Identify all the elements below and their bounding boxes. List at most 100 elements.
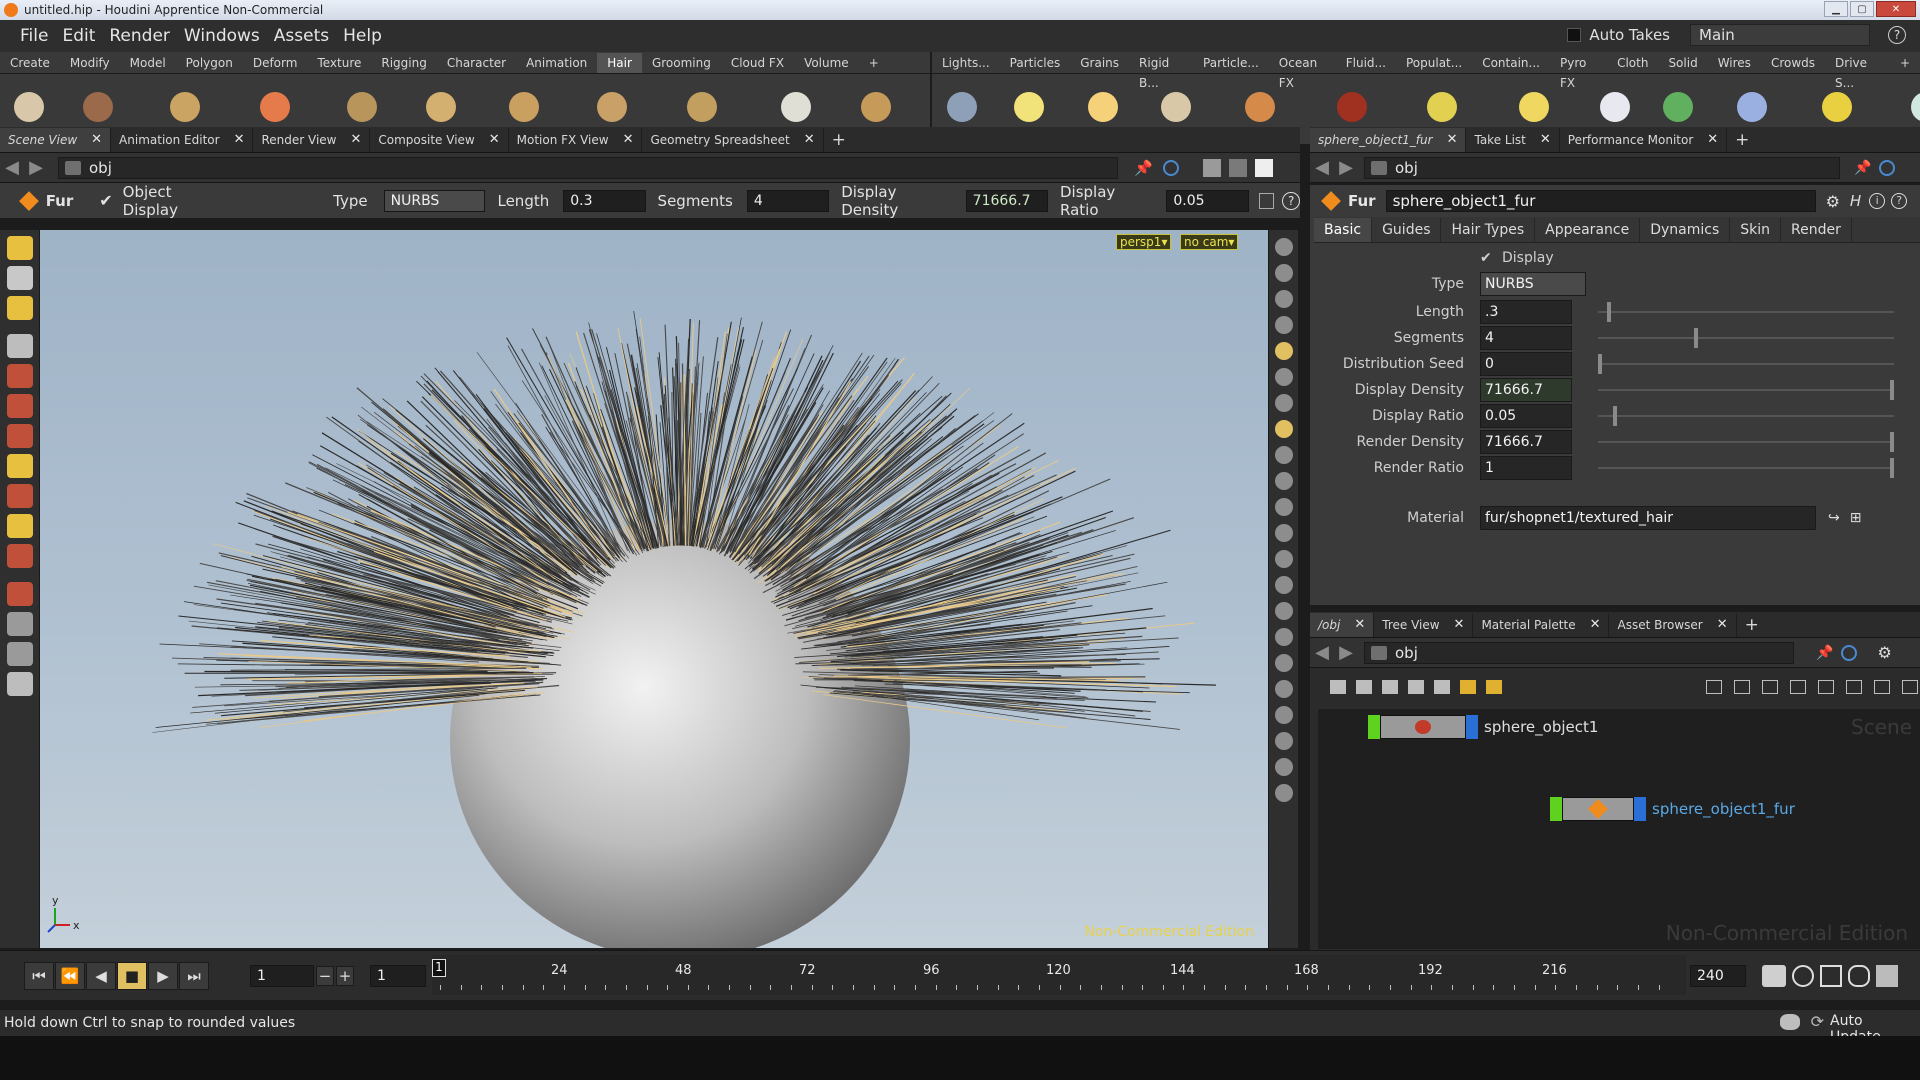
slider-handle[interactable]: [1890, 458, 1894, 478]
display-density-field[interactable]: 71666.7: [965, 189, 1048, 212]
shelf-tab-character[interactable]: Character: [437, 53, 516, 73]
visibility-icon[interactable]: [1275, 238, 1293, 256]
display-options-icon[interactable]: [1202, 158, 1221, 177]
jump-start-button[interactable]: ⏮: [24, 962, 54, 990]
folder-tab-render[interactable]: Render: [1781, 217, 1852, 242]
slider-handle[interactable]: [1890, 432, 1894, 452]
split-icon[interactable]: [1762, 680, 1778, 694]
list-icon[interactable]: [1356, 680, 1372, 694]
close-tab-icon[interactable]: ✕: [1707, 132, 1718, 147]
node-name-field[interactable]: sphere_object1_fur: [1385, 190, 1816, 212]
shelf-tab-modify[interactable]: Modify: [60, 53, 120, 73]
cut-tool-icon[interactable]: [7, 544, 33, 568]
parm-path-field[interactable]: obj: [1364, 156, 1840, 179]
camera-tool-icon[interactable]: [7, 642, 33, 666]
hscript-icon[interactable]: H: [1850, 192, 1861, 210]
menu-render[interactable]: Render: [102, 26, 177, 46]
render-tool-icon[interactable]: [7, 672, 33, 696]
help-icon[interactable]: ?: [1888, 26, 1906, 44]
shelf-tab-plus[interactable]: +: [1890, 53, 1920, 73]
audio-icon[interactable]: [1848, 965, 1870, 987]
view-tool-icon[interactable]: [7, 454, 33, 478]
global-animation-options-icon[interactable]: [1876, 965, 1898, 987]
slider-handle[interactable]: [1607, 302, 1611, 322]
camera-icon[interactable]: [1275, 394, 1293, 412]
slider-handle[interactable]: [1890, 380, 1894, 400]
lights-icon[interactable]: [1275, 368, 1293, 386]
close-tab-icon[interactable]: ✕: [234, 132, 245, 147]
add-tab-button[interactable]: +: [1737, 613, 1767, 637]
step-back-button[interactable]: ⏪: [55, 962, 85, 990]
length-field[interactable]: 0.3: [563, 189, 646, 212]
frame-decrement-button[interactable]: −: [316, 966, 334, 986]
stop-button[interactable]: ■: [117, 962, 147, 990]
display-flag[interactable]: [1550, 797, 1562, 821]
material-path-field[interactable]: fur/shopnet1/textured_hair: [1480, 506, 1816, 530]
close-tab-icon[interactable]: ✕: [489, 132, 500, 147]
grid-icon[interactable]: [1275, 602, 1293, 620]
parm-forward-arrow-icon[interactable]: ▶: [1334, 157, 1358, 178]
texture-icon[interactable]: [1275, 420, 1293, 438]
tab-sphere-object1-fur[interactable]: sphere_object1_fur ✕: [1310, 127, 1467, 152]
shelf-tab-deform[interactable]: Deform: [243, 53, 308, 73]
color-palette-icon[interactable]: [1408, 680, 1424, 694]
node-body[interactable]: [1380, 715, 1466, 739]
timeline-slider[interactable]: 1 24 48 72 96 120 144 168 192 216: [432, 955, 1686, 995]
handle-tool-icon[interactable]: [7, 296, 33, 320]
close-tab-icon[interactable]: ✕: [804, 132, 815, 147]
lock-icon[interactable]: [1275, 264, 1293, 282]
close-tab-icon[interactable]: ✕: [1354, 617, 1365, 632]
parm-link-icon[interactable]: [1879, 159, 1896, 176]
snap-icon[interactable]: [1275, 472, 1293, 490]
net-forward-arrow-icon[interactable]: ▶: [1334, 642, 1358, 663]
lighting-icon[interactable]: [1275, 342, 1293, 360]
op-help-icon[interactable]: ?: [1282, 191, 1301, 210]
tab-take-list[interactable]: Take List ✕: [1466, 127, 1560, 152]
shelf-tab-cloud-fx[interactable]: Cloud FX: [721, 53, 794, 73]
type-select[interactable]: NURBS: [383, 189, 486, 212]
tab-material-palette[interactable]: Material Palette ✕: [1473, 612, 1610, 637]
node-sphere-object1-fur[interactable]: sphere_object1_fur: [1550, 797, 1795, 821]
tab-geometry-spreadsheet[interactable]: Geometry Spreadsheet ✕: [642, 127, 824, 152]
menu-windows[interactable]: Windows: [177, 26, 267, 46]
maximize-button[interactable]: ▢: [1850, 1, 1874, 17]
parm-pin-icon[interactable]: 📌: [1854, 160, 1871, 176]
folder-tab-skin[interactable]: Skin: [1730, 217, 1782, 242]
segments-field[interactable]: 4: [1480, 326, 1572, 350]
tab-motion-fx-view[interactable]: Motion FX View ✕: [509, 127, 643, 152]
play-reverse-button[interactable]: ◀: [86, 962, 116, 990]
shelf-tab-polygon[interactable]: Polygon: [176, 53, 243, 73]
render-flag[interactable]: [1466, 715, 1478, 739]
fit-icon[interactable]: [1902, 680, 1918, 694]
no-cam-menu[interactable]: no cam▾: [1180, 234, 1239, 250]
brush-tool-icon[interactable]: [7, 484, 33, 508]
close-tab-icon[interactable]: ✕: [350, 132, 361, 147]
shelf-tab-cloth[interactable]: Cloth: [1607, 53, 1658, 73]
jump-to-op-icon[interactable]: ↪: [1828, 510, 1840, 526]
distribution-seed-field[interactable]: 0: [1480, 352, 1572, 376]
back-arrow-icon[interactable]: ◀: [0, 157, 24, 178]
render-density-slider[interactable]: [1598, 432, 1894, 452]
menu-file[interactable]: File: [0, 26, 55, 46]
net-pin-icon[interactable]: 📌: [1816, 645, 1833, 661]
parm-help-icon[interactable]: ?: [1891, 193, 1908, 209]
cam-guide-icon[interactable]: [1275, 654, 1293, 672]
length-field[interactable]: .3: [1480, 300, 1572, 324]
grid-icon[interactable]: [1382, 680, 1398, 694]
render-density-field[interactable]: 71666.7: [1480, 430, 1572, 454]
sticky-note-icon[interactable]: [1460, 680, 1476, 694]
close-tab-icon[interactable]: ✕: [623, 132, 634, 147]
select-tool-icon[interactable]: [7, 236, 33, 260]
transform-tool-icon[interactable]: [7, 424, 33, 448]
net-gear-icon[interactable]: ⚙: [1877, 643, 1891, 662]
shelf-tab-volume[interactable]: Volume: [794, 53, 859, 73]
render-ratio-field[interactable]: 1: [1480, 456, 1572, 480]
net-back-arrow-icon[interactable]: ◀: [1310, 642, 1334, 663]
shelf-tab-plus[interactable]: +: [859, 53, 889, 73]
shelf-tab-populat[interactable]: Populat...: [1396, 53, 1472, 73]
add-tab-button[interactable]: +: [1727, 128, 1757, 152]
folder-tab-basic[interactable]: Basic: [1314, 217, 1373, 242]
edges-icon[interactable]: [1275, 550, 1293, 568]
close-tab-icon[interactable]: ✕: [1540, 132, 1551, 147]
parm-back-arrow-icon[interactable]: ◀: [1310, 157, 1334, 178]
